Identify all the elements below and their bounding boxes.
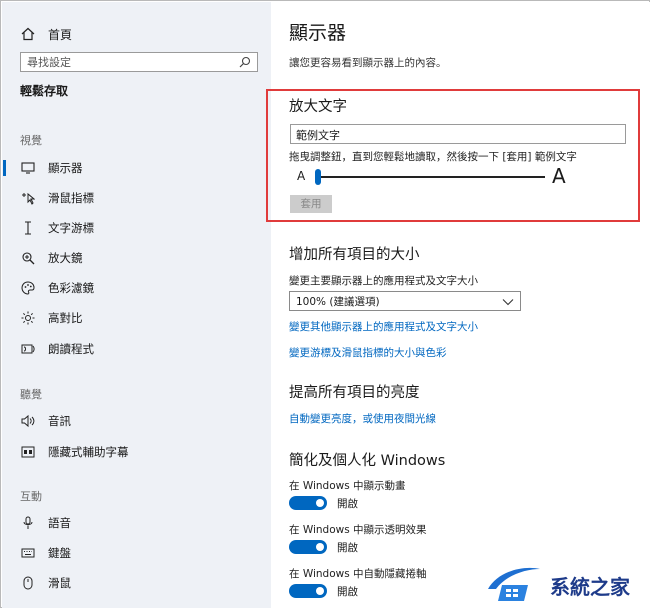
monitor-icon (20, 160, 36, 176)
sidebar-item-display[interactable]: 顯示器 (2, 157, 271, 179)
sidebar-item-label: 高對比 (48, 311, 83, 325)
sun-icon (20, 310, 36, 326)
sidebar-item-keyboard[interactable]: 鍵盤 (2, 542, 271, 564)
make-bigger-heading: 增加所有項目的大小 (289, 247, 420, 263)
search-icon[interactable] (239, 56, 251, 68)
main-content: 顯示器 讓您更容易看到顯示器上的內容。 放大文字 範例文字 拖曳調整鈕，直到您輕… (266, 2, 650, 608)
palette-icon (20, 280, 36, 296)
speaker-icon (20, 413, 36, 429)
scale-selected-value: 100% (建議選項) (296, 295, 380, 308)
section-title: 輕鬆存取 (20, 84, 69, 98)
sidebar-item-label: 朗讀程式 (48, 342, 94, 356)
home-label: 首頁 (48, 27, 73, 42)
group-interaction: 互動 (20, 490, 42, 503)
sidebar: 首頁 尋找設定 輕鬆存取 視覺 顯示器 滑鼠指標 文字游標 放大鏡 色彩濾鏡 高… (2, 2, 271, 608)
scrollbars-toggle[interactable] (289, 584, 327, 598)
text-cursor-icon (20, 220, 36, 236)
slider-thumb[interactable] (315, 169, 321, 185)
group-vision: 視覺 (20, 134, 42, 147)
narrator-icon (20, 341, 36, 357)
sidebar-item-speech[interactable]: 語音 (2, 512, 271, 534)
chevron-down-icon (502, 297, 514, 306)
search-placeholder: 尋找設定 (27, 56, 71, 69)
sidebar-item-audio[interactable]: 音訊 (2, 410, 271, 432)
personalize-heading: 簡化及個人化 Windows (289, 453, 446, 469)
sample-text-field: 範例文字 (290, 124, 626, 144)
sidebar-item-mouse[interactable]: 滑鼠 (2, 572, 271, 594)
text-size-heading: 放大文字 (289, 99, 347, 115)
sidebar-item-text-cursor[interactable]: 文字游標 (2, 217, 271, 239)
cursor-size-link[interactable]: 變更游標及滑鼠指標的大小與色彩 (289, 345, 447, 360)
sidebar-item-label: 音訊 (48, 414, 71, 428)
watermark-text: 系統之家 (550, 575, 630, 599)
home-icon (20, 26, 36, 42)
scrollbars-state: 開啟 (337, 586, 358, 598)
scale-dropdown[interactable]: 100% (建議選項) (289, 291, 521, 311)
slider-track[interactable] (315, 176, 545, 178)
keyboard-icon (20, 545, 36, 561)
microphone-icon (20, 515, 36, 531)
search-input[interactable]: 尋找設定 (20, 52, 258, 72)
transparency-toggle[interactable] (289, 540, 327, 554)
big-a-label: A (552, 164, 566, 188)
group-hearing: 聽覺 (20, 388, 42, 401)
text-size-instruction: 拖曳調整鈕，直到您輕鬆地讀取，然後按一下 [套用] 範例文字 (289, 151, 577, 163)
sidebar-item-label: 文字游標 (48, 221, 94, 235)
watermark: 系統之家 (484, 561, 649, 607)
brightness-heading: 提高所有項目的亮度 (289, 385, 420, 401)
sidebar-item-label: 語音 (48, 516, 71, 530)
sidebar-item-label: 顯示器 (48, 161, 83, 175)
captions-icon (20, 444, 36, 460)
page-title: 顯示器 (289, 22, 347, 44)
sidebar-item-label: 隱藏式輔助字幕 (48, 445, 129, 459)
text-size-slider[interactable]: A A (297, 164, 597, 188)
apply-button[interactable]: 套用 (290, 195, 332, 213)
transparency-state: 開啟 (337, 542, 358, 554)
settings-window: 首頁 尋找設定 輕鬆存取 視覺 顯示器 滑鼠指標 文字游標 放大鏡 色彩濾鏡 高… (0, 0, 650, 608)
sidebar-item-label: 滑鼠 (48, 576, 71, 590)
watermark-logo-icon (488, 567, 540, 601)
sidebar-item-label: 滑鼠指標 (48, 191, 94, 205)
sidebar-item-high-contrast[interactable]: 高對比 (2, 307, 271, 329)
brightness-link[interactable]: 自動變更亮度，或使用夜間光線 (289, 411, 436, 426)
sidebar-item-color-filters[interactable]: 色彩濾鏡 (2, 277, 271, 299)
home-link[interactable]: 首頁 (20, 24, 72, 44)
transparency-label: 在 Windows 中顯示透明效果 (289, 524, 427, 536)
cursor-icon (20, 190, 36, 206)
mouse-icon (20, 575, 36, 591)
scrollbars-label: 在 Windows 中自動隱藏捲軸 (289, 568, 427, 580)
magnifier-icon (20, 250, 36, 266)
animations-label: 在 Windows 中顯示動畫 (289, 480, 406, 492)
small-a-label: A (297, 169, 306, 183)
sidebar-item-label: 放大鏡 (48, 251, 83, 265)
sidebar-item-magnifier[interactable]: 放大鏡 (2, 247, 271, 269)
sidebar-item-captions[interactable]: 隱藏式輔助字幕 (2, 441, 271, 463)
page-description: 讓您更容易看到顯示器上的內容。 (289, 57, 447, 69)
sidebar-item-narrator[interactable]: 朗讀程式 (2, 338, 271, 360)
animations-toggle[interactable] (289, 496, 327, 510)
sidebar-item-mouse-pointer[interactable]: 滑鼠指標 (2, 187, 271, 209)
animations-state: 開啟 (337, 498, 358, 510)
sidebar-item-label: 色彩濾鏡 (48, 281, 94, 295)
scale-label: 變更主要顯示器上的應用程式及文字大小 (289, 275, 478, 287)
other-displays-link[interactable]: 變更其他顯示器上的應用程式及文字大小 (289, 319, 478, 334)
sidebar-item-label: 鍵盤 (48, 546, 71, 560)
